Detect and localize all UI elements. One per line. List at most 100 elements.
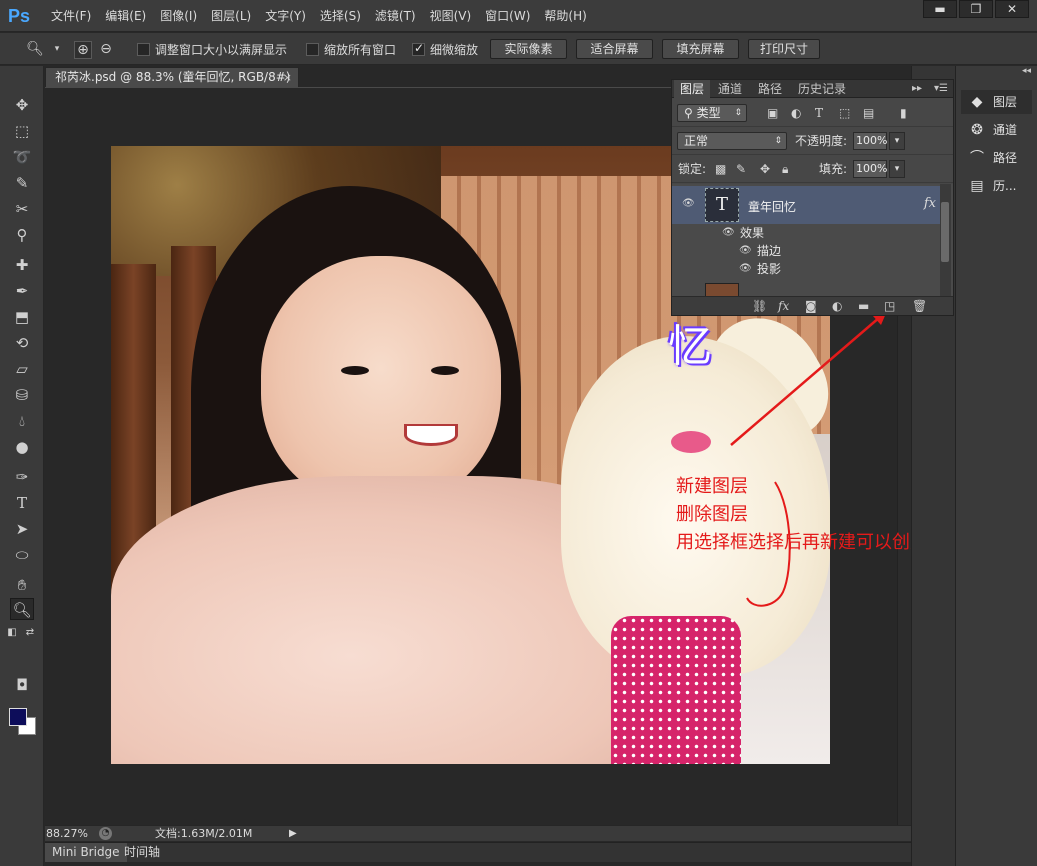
- tab-timeline[interactable]: 时间轴: [117, 843, 167, 862]
- dock-item-paths[interactable]: ⌒ 路径: [961, 146, 1032, 170]
- tab-channels[interactable]: 通道: [712, 80, 748, 98]
- resize-windows-checkbox[interactable]: [137, 42, 150, 56]
- history-brush-tool-icon[interactable]: ⟲: [10, 332, 34, 354]
- dock-collapse-icon[interactable]: ◂◂: [1022, 66, 1031, 76]
- tab-paths[interactable]: 路径: [752, 80, 788, 98]
- document-tab[interactable]: 祁芮冰.psd @ 88.3% (童年回忆, RGB/8#) ×: [45, 67, 299, 87]
- print-size-button[interactable]: 打印尺寸: [748, 39, 820, 59]
- panel-expand-icon[interactable]: ▸▸: [912, 80, 922, 98]
- crop-tool-icon[interactable]: ✂: [10, 198, 34, 220]
- zoom-in-icon[interactable]: ⊕: [74, 41, 92, 59]
- marquee-tool-icon[interactable]: ⬚: [10, 120, 34, 142]
- swap-colors-icon[interactable]: ⇄: [22, 622, 38, 644]
- menu-image[interactable]: 图像(I): [153, 0, 204, 32]
- eraser-tool-icon[interactable]: ▱: [10, 358, 34, 380]
- filter-shape-icon[interactable]: ⬚: [839, 105, 850, 121]
- tab-layers[interactable]: 图层: [674, 80, 711, 98]
- move-tool-icon[interactable]: ✥: [10, 94, 34, 116]
- menu-select[interactable]: 选择(S): [313, 0, 368, 32]
- layer-row-text[interactable]: 👁︎ T 童年回忆 fx: [672, 186, 940, 224]
- zoom-level[interactable]: 88.27%: [46, 826, 88, 841]
- new-adjustment-layer-icon[interactable]: ◐: [832, 298, 842, 315]
- zoom-out-icon[interactable]: ⊖: [97, 41, 115, 59]
- filter-pixel-icon[interactable]: ▣: [767, 105, 778, 121]
- visibility-eye-icon[interactable]: 👁︎: [682, 198, 695, 209]
- tool-preset-dropdown-icon[interactable]: ▾: [48, 41, 66, 59]
- path-selection-tool-icon[interactable]: ➤: [10, 518, 34, 540]
- link-layers-icon[interactable]: ⛓: [752, 298, 767, 315]
- effect-shadow-row[interactable]: 👁︎ 投影: [672, 260, 940, 278]
- brush-tool-icon[interactable]: ✒: [10, 280, 34, 302]
- menu-window[interactable]: 窗口(W): [478, 0, 537, 32]
- lock-position-icon[interactable]: ✥: [760, 161, 770, 177]
- maximize-button[interactable]: ❐: [959, 0, 993, 18]
- image-layer-thumbnail[interactable]: [705, 283, 739, 296]
- menu-help[interactable]: 帮助(H): [537, 0, 593, 32]
- quick-select-tool-icon[interactable]: ✎: [10, 172, 34, 194]
- visibility-eye-icon[interactable]: 👁︎: [722, 224, 735, 242]
- clone-stamp-tool-icon[interactable]: ⬒: [10, 306, 34, 328]
- dock-item-layers[interactable]: ◆ 图层: [961, 90, 1032, 114]
- menu-layer[interactable]: 图层(L): [204, 0, 258, 32]
- fx-badge-icon[interactable]: fx: [924, 196, 936, 211]
- menu-view[interactable]: 视图(V): [423, 0, 479, 32]
- foreground-color-swatch[interactable]: [9, 708, 27, 726]
- tab-history[interactable]: 历史记录: [792, 80, 852, 98]
- fit-screen-button[interactable]: 适合屏幕: [576, 39, 653, 59]
- pen-tool-icon[interactable]: ✑: [10, 466, 34, 488]
- layer-filter-select[interactable]: ⚲ 类型 ⇕: [677, 104, 747, 122]
- dock-item-channels[interactable]: ❂ 通道: [961, 118, 1032, 142]
- close-document-icon[interactable]: ×: [283, 68, 292, 87]
- resize-windows-option[interactable]: 调整窗口大小以满屏显示: [137, 40, 287, 58]
- menu-edit[interactable]: 编辑(E): [98, 0, 153, 32]
- layer-list-scrollbar[interactable]: [940, 184, 951, 296]
- quick-mask-icon[interactable]: ◘: [10, 674, 34, 696]
- menu-file[interactable]: 文件(F): [44, 0, 98, 32]
- zoom-tool-icon[interactable]: 🔍︎: [26, 41, 44, 59]
- add-layer-style-icon[interactable]: fx: [778, 298, 789, 315]
- fill-dropdown-icon[interactable]: ▾: [889, 160, 905, 178]
- delete-layer-icon[interactable]: 🗑︎: [912, 298, 927, 315]
- fill-input[interactable]: 100%: [853, 160, 887, 178]
- hand-tool-icon[interactable]: ✋︎: [10, 574, 34, 596]
- visibility-eye-icon[interactable]: 👁︎: [739, 242, 752, 260]
- filter-smart-object-icon[interactable]: ▤: [863, 105, 874, 121]
- lock-transparent-icon[interactable]: ▩: [715, 161, 726, 177]
- scrubby-zoom-option[interactable]: 细微缩放: [412, 40, 478, 58]
- zoom-all-windows-checkbox[interactable]: [306, 42, 319, 56]
- actual-pixels-button[interactable]: 实际像素: [490, 39, 567, 59]
- type-tool-icon[interactable]: T: [10, 492, 34, 514]
- menu-filter[interactable]: 滤镜(T): [368, 0, 423, 32]
- menu-type[interactable]: 文字(Y): [258, 0, 313, 32]
- ellipse-tool-icon[interactable]: ⬭: [10, 544, 34, 566]
- new-layer-icon[interactable]: ◳: [884, 298, 895, 315]
- layer-list-scroll-thumb[interactable]: [941, 202, 949, 262]
- panel-menu-icon[interactable]: ▾☰: [934, 80, 948, 98]
- effect-stroke-row[interactable]: 👁︎ 描边: [672, 242, 940, 260]
- new-group-icon[interactable]: ▬: [858, 298, 869, 315]
- close-button[interactable]: ✕: [995, 0, 1029, 18]
- add-mask-icon[interactable]: ◙: [805, 298, 817, 315]
- lasso-tool-icon[interactable]: ➰: [10, 146, 34, 168]
- eyedropper-tool-icon[interactable]: ⚲: [10, 224, 34, 246]
- opacity-dropdown-icon[interactable]: ▾: [889, 132, 905, 150]
- blur-tool-icon[interactable]: 💧︎: [10, 410, 34, 432]
- healing-brush-tool-icon[interactable]: ✚: [10, 254, 34, 276]
- tab-mini-bridge[interactable]: Mini Bridge: [45, 843, 127, 862]
- filter-adjustment-icon[interactable]: ◐: [791, 105, 801, 121]
- blend-mode-select[interactable]: 正常 ⇕: [677, 132, 787, 150]
- zoom-all-windows-option[interactable]: 缩放所有窗口: [306, 40, 396, 58]
- scrubby-zoom-checkbox[interactable]: [412, 41, 425, 56]
- filter-toggle-icon[interactable]: ▮: [900, 105, 907, 121]
- visibility-eye-icon[interactable]: 👁︎: [739, 260, 752, 278]
- lock-pixels-icon[interactable]: ✎: [736, 161, 746, 177]
- zoom-tool-active-icon[interactable]: 🔍︎: [10, 598, 34, 620]
- opacity-input[interactable]: 100%: [853, 132, 887, 150]
- fill-screen-button[interactable]: 填充屏幕: [662, 39, 739, 59]
- layer-name[interactable]: 童年回忆: [748, 198, 796, 215]
- filter-type-icon[interactable]: T: [815, 105, 823, 121]
- status-info-icon[interactable]: ◔: [99, 827, 112, 840]
- minimize-button[interactable]: ▬: [923, 0, 957, 18]
- paint-bucket-tool-icon[interactable]: ⛁: [10, 384, 34, 406]
- default-colors-icon[interactable]: ◧: [4, 622, 20, 644]
